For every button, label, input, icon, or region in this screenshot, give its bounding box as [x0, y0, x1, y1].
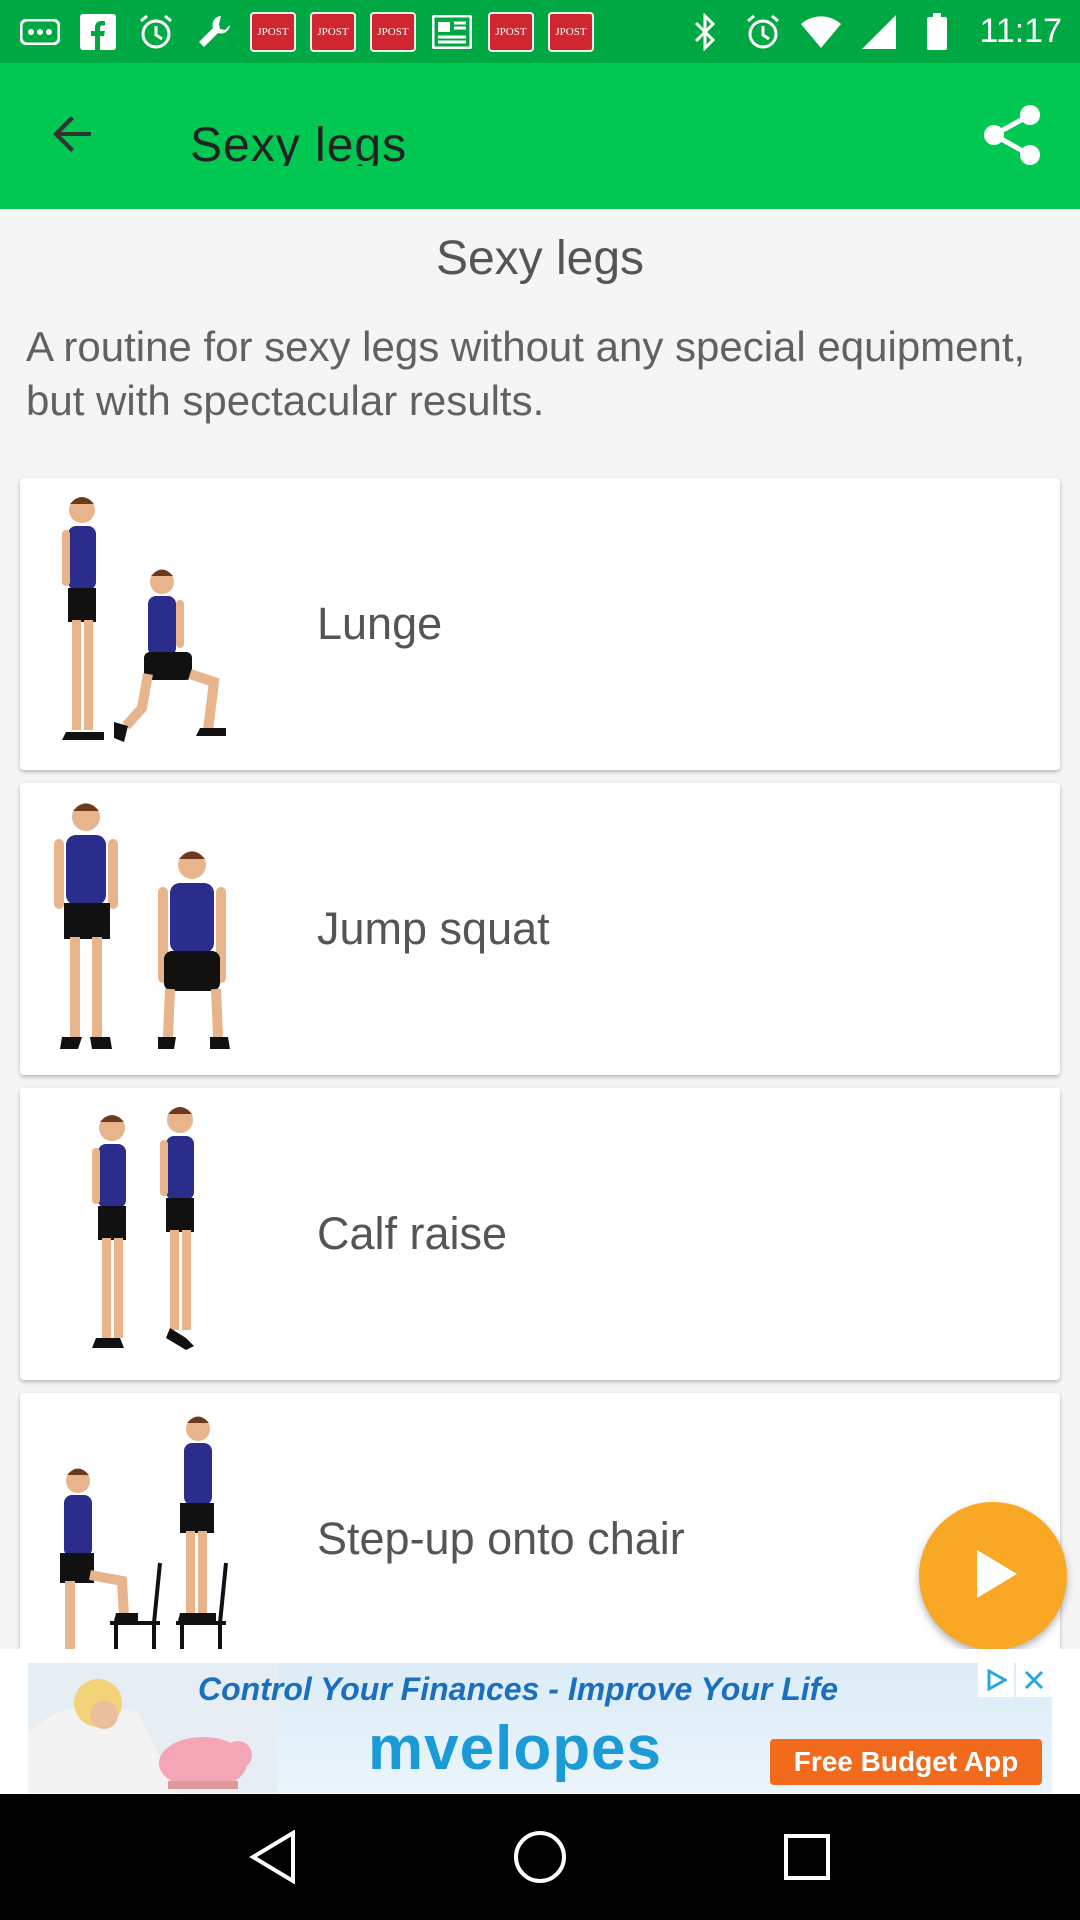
news-icon — [430, 10, 474, 54]
step-up-figure — [60, 1416, 228, 1649]
content-area[interactable]: Sexy legs A routine for sexy legs withou… — [0, 209, 1080, 1649]
home-nav-icon[interactable] — [490, 1807, 590, 1907]
signal-icon — [857, 10, 901, 54]
exercise-card-calf-raise[interactable]: Calf raise — [20, 1088, 1060, 1380]
exercise-card-step-up[interactable]: Step-up onto chair — [20, 1393, 1060, 1649]
ad-banner-container: Control Your Finances - Improve Your Lif… — [0, 1649, 1080, 1794]
wrench-icon — [192, 10, 236, 54]
page-title: Sexy legs — [435, 232, 645, 285]
ad-headline: Control Your Finances - Improve Your Lif… — [198, 1671, 839, 1707]
jpost-icon: JPOST — [250, 11, 296, 52]
exercise-card-lunge[interactable]: Lunge — [20, 478, 1060, 770]
more-icon — [18, 10, 62, 54]
exercise-card-jump-squat[interactable]: Jump squat — [20, 783, 1060, 1075]
recents-nav-icon[interactable] — [757, 1807, 857, 1907]
exercise-label: Jump squat — [317, 903, 550, 954]
squat-figure — [54, 803, 230, 1049]
alarm-icon — [741, 10, 785, 54]
alarm-icon — [134, 10, 178, 54]
facebook-icon — [76, 10, 120, 54]
play-button[interactable] — [919, 1502, 1067, 1650]
jpost-icon: JPOST — [370, 11, 416, 52]
ad-close-icon[interactable] — [1016, 1663, 1052, 1697]
app-bar: Sexy legs — [0, 63, 1080, 209]
calf-raise-figure — [92, 1107, 194, 1350]
exercise-label: Lunge — [317, 598, 443, 649]
back-button[interactable] — [0, 63, 146, 209]
battery-icon — [915, 10, 959, 54]
wifi-icon — [799, 10, 843, 54]
share-button[interactable] — [974, 99, 1050, 175]
exercise-list: Lunge Jump squat Calf raise Step-up onto… — [20, 478, 1060, 1649]
jpost-icon: JPOST — [310, 11, 356, 52]
lunge-figure — [62, 497, 226, 742]
status-bar: JPOST JPOST JPOST JPOST JPOST 11:17 — [0, 0, 1080, 63]
jpost-icon: JPOST — [488, 11, 534, 52]
back-nav-icon[interactable] — [223, 1807, 323, 1907]
ad-cta-button[interactable]: Free Budget App — [770, 1739, 1042, 1785]
app-bar-title: Sexy legs — [190, 119, 408, 166]
page-description: A routine for sexy legs without any spec… — [26, 323, 1026, 424]
share-icon — [980, 103, 1044, 172]
exercise-label: Step-up onto chair — [317, 1513, 685, 1564]
ad-choices-icon[interactable] — [978, 1663, 1014, 1697]
ad-brand-logo: mvelopes — [368, 1714, 663, 1783]
system-nav-bar — [0, 1794, 1080, 1920]
arrow-back-icon — [51, 112, 95, 161]
exercise-label: Calf raise — [317, 1208, 508, 1259]
ad-banner[interactable]: Control Your Finances - Improve Your Lif… — [28, 1663, 1052, 1793]
bluetooth-icon — [683, 10, 727, 54]
play-icon — [963, 1544, 1023, 1609]
status-time: 11:17 — [979, 12, 1062, 50]
jpost-icon: JPOST — [548, 11, 594, 52]
